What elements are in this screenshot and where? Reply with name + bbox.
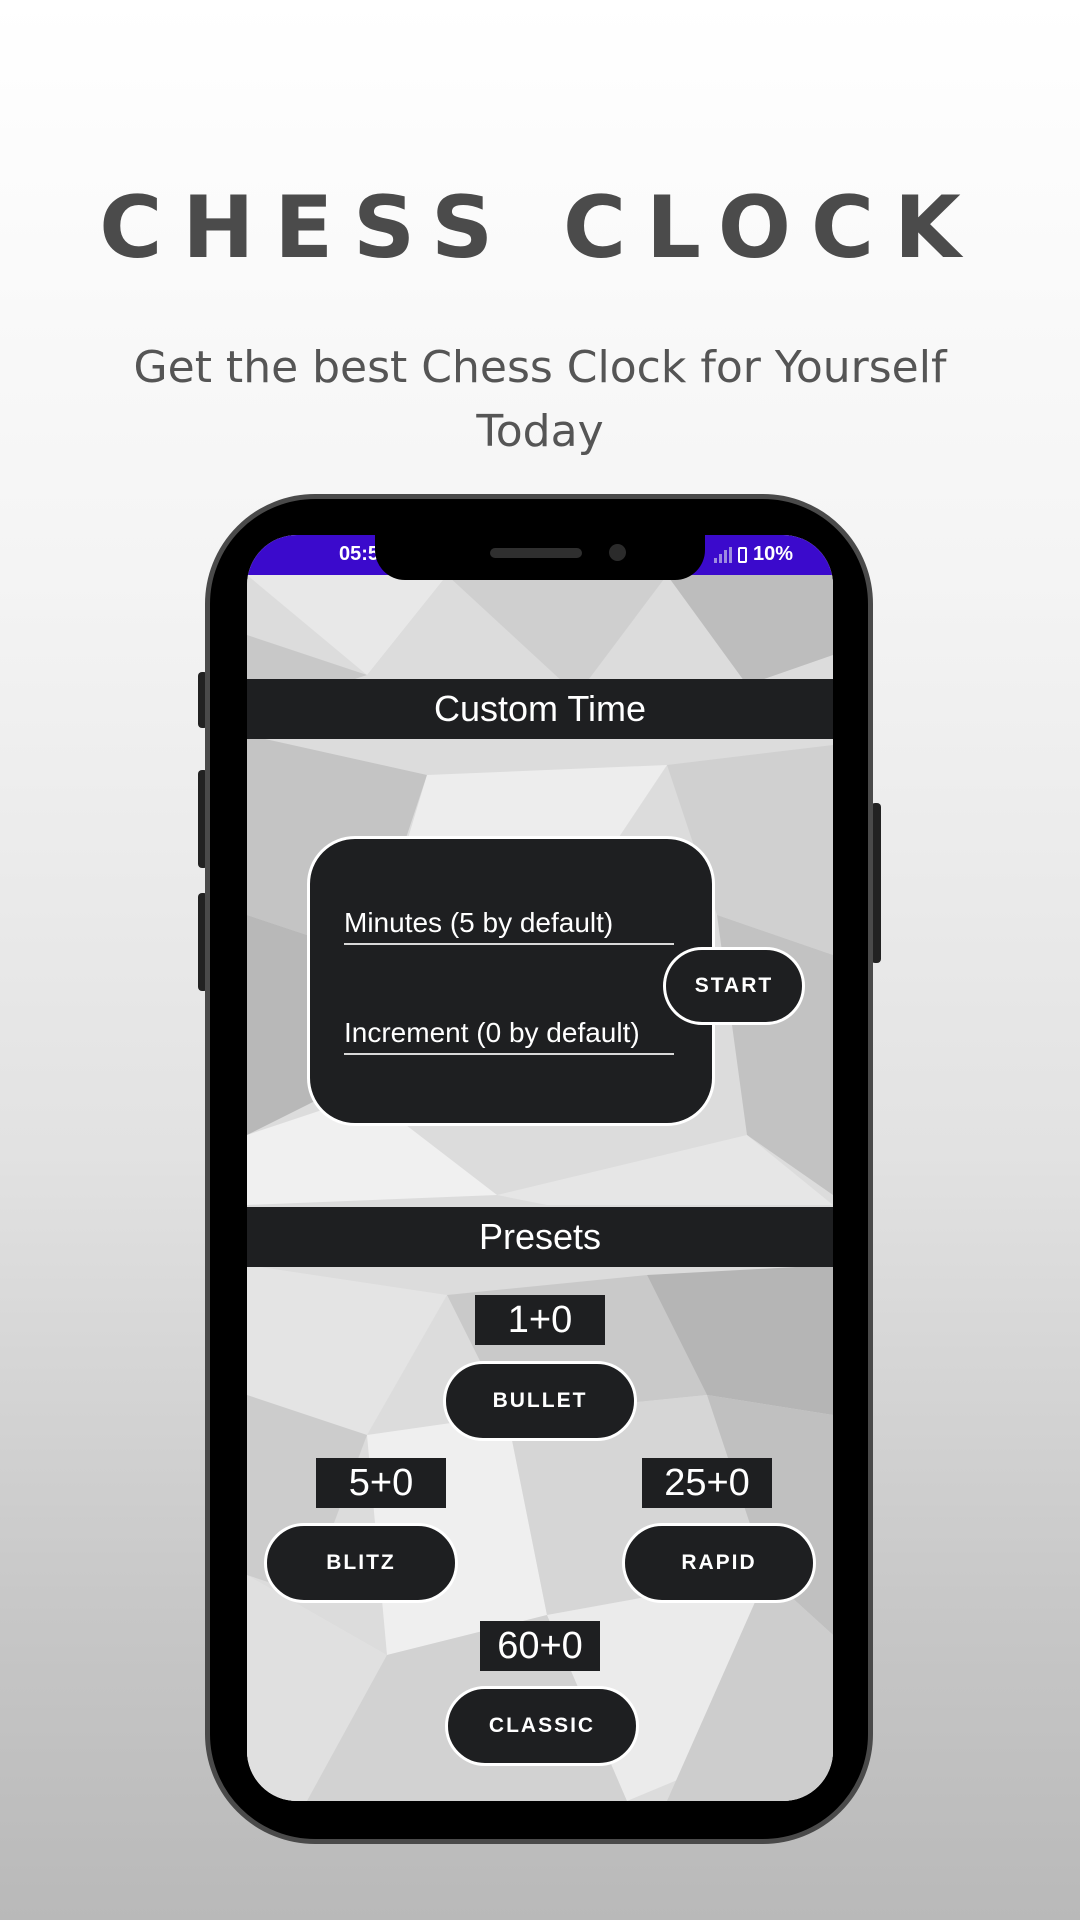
increment-input[interactable]: Increment (0 by default) xyxy=(344,1017,674,1055)
custom-time-header: Custom Time xyxy=(247,679,833,739)
battery-percent: 10% xyxy=(752,543,793,565)
start-button[interactable]: START xyxy=(663,947,805,1025)
battery-icon xyxy=(737,546,747,563)
promo-subline: Get the best Chess Clock for Yourself To… xyxy=(133,342,947,457)
rapid-time-label: 25+0 xyxy=(642,1458,772,1508)
blitz-button[interactable]: BLITZ xyxy=(264,1523,458,1603)
status-icons: 10% xyxy=(713,543,793,566)
signal-icon xyxy=(713,546,732,563)
app-screen: 05:5 10% Custom Time Minutes (5 by defau… xyxy=(247,535,833,1801)
promo-headline: CHESS CLOCK xyxy=(99,178,981,278)
bullet-time-label: 1+0 xyxy=(475,1295,605,1345)
bullet-button[interactable]: BULLET xyxy=(443,1361,637,1441)
custom-time-card: Minutes (5 by default) Increment (0 by d… xyxy=(307,836,715,1126)
blitz-time-label: 5+0 xyxy=(316,1458,446,1508)
classic-time-label: 60+0 xyxy=(480,1621,600,1671)
front-camera xyxy=(609,544,626,561)
minutes-input[interactable]: Minutes (5 by default) xyxy=(344,907,674,945)
rapid-button[interactable]: RAPID xyxy=(622,1523,816,1603)
speaker-grille xyxy=(490,548,582,558)
presets-header: Presets xyxy=(247,1207,833,1267)
classic-button[interactable]: CLASSIC xyxy=(445,1686,639,1766)
status-time: 05:5 xyxy=(339,543,380,565)
